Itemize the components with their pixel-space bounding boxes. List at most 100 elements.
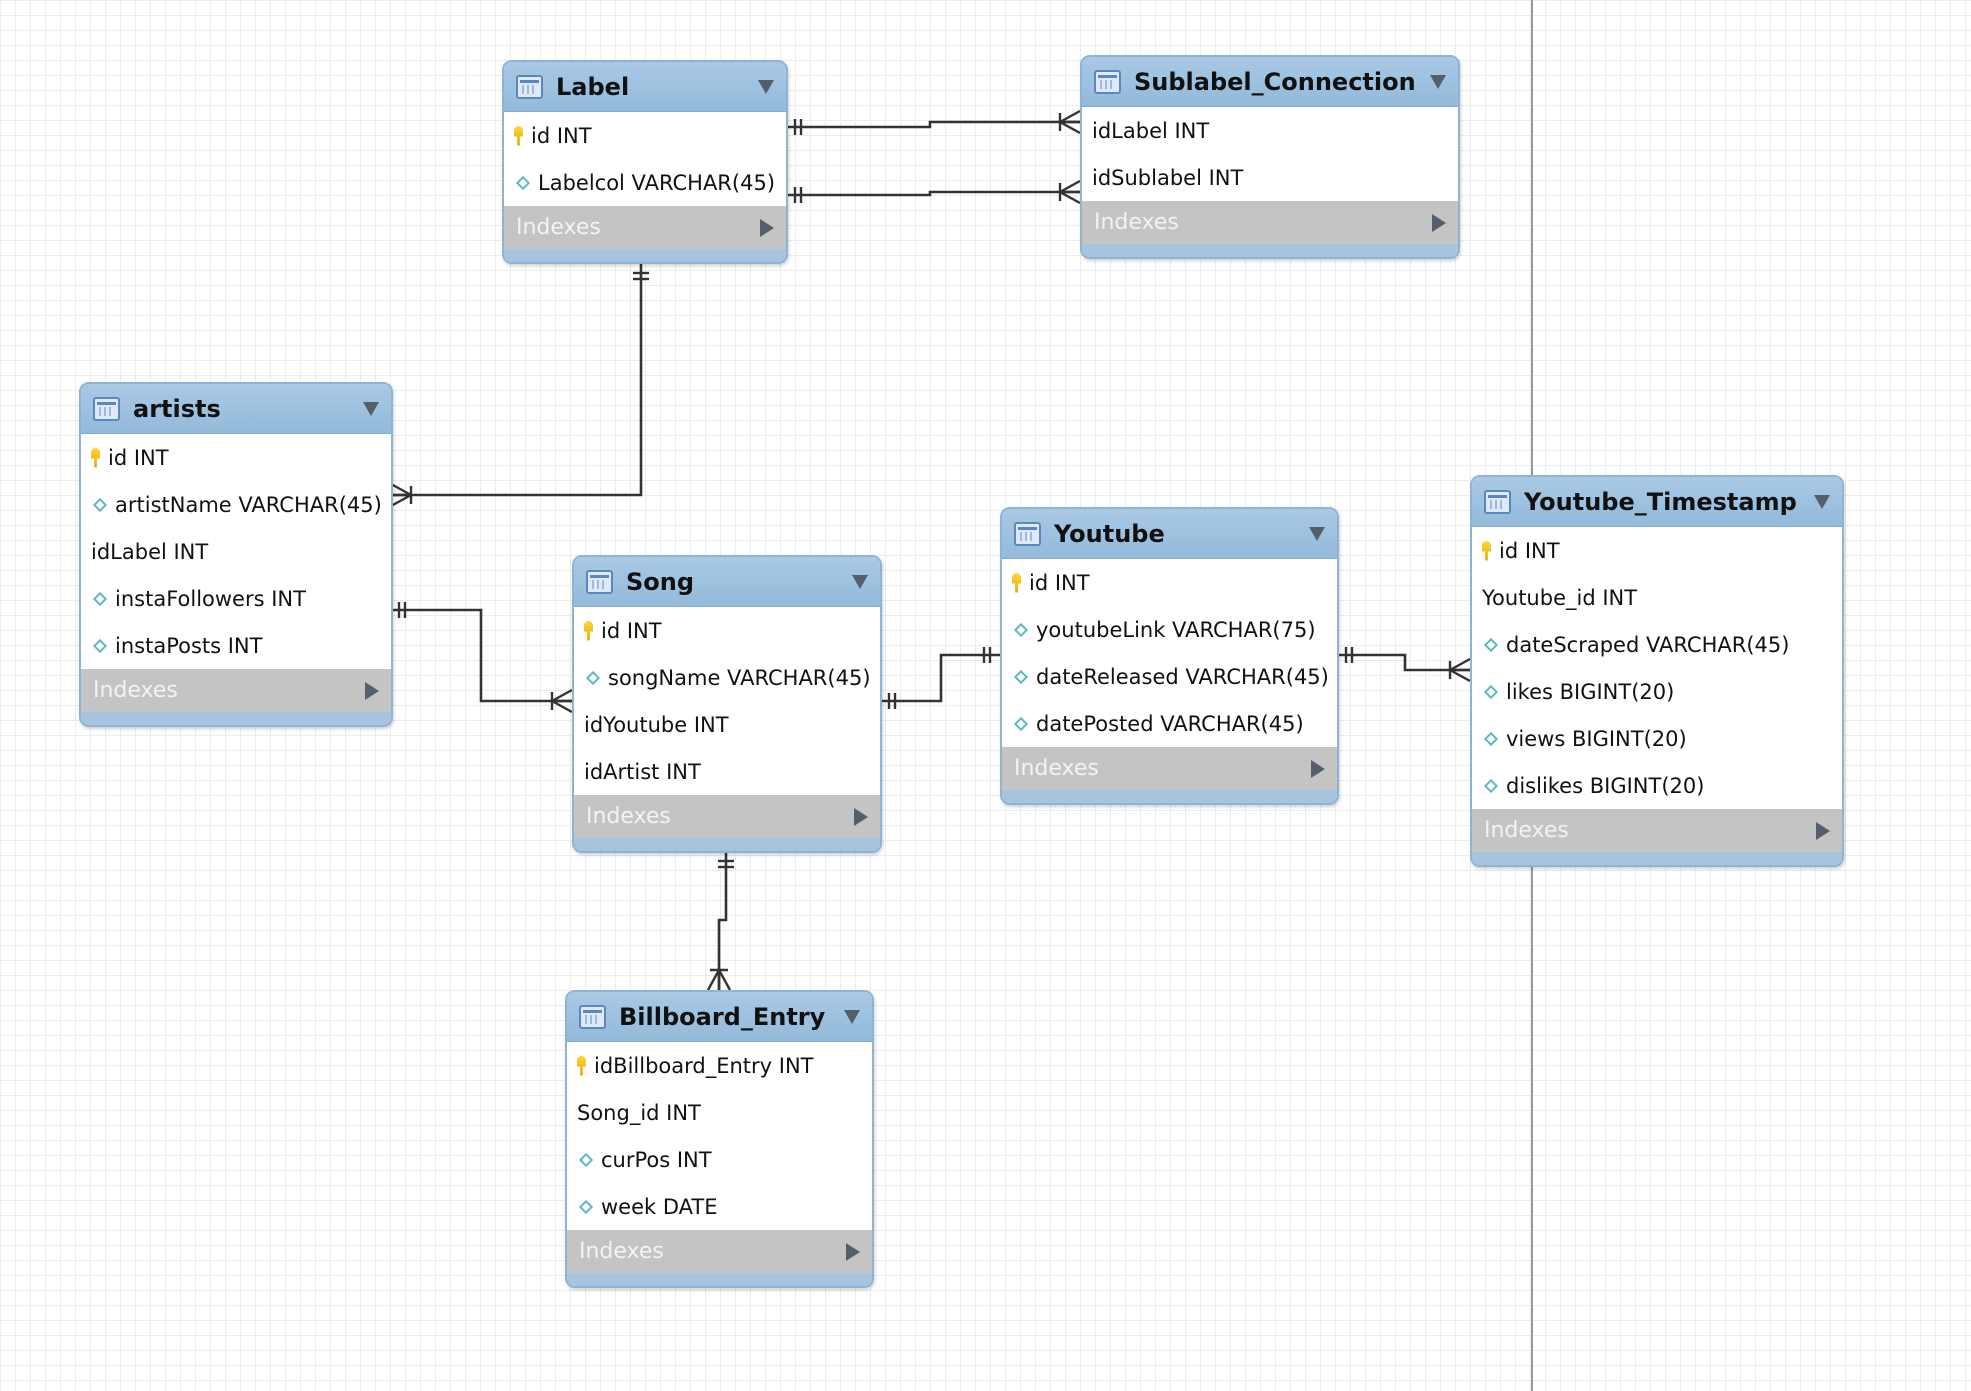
column-row[interactable]: week DATE [567,1183,872,1230]
indexes-section[interactable]: Indexes [1082,201,1458,244]
column-row[interactable]: idBillboard_Entry INT [567,1042,872,1089]
table-header[interactable]: Youtube_Timestamp [1472,477,1842,527]
table-footer [567,1273,872,1286]
expand-arrow-icon[interactable] [365,681,379,700]
indexes-section[interactable]: Indexes [504,206,786,249]
column-diamond-icon [515,175,531,190]
column-row[interactable]: Labelcol VARCHAR(45) [504,159,786,206]
indexes-section[interactable]: Indexes [567,1230,872,1273]
column-row[interactable]: instaFollowers INT [81,575,391,622]
table-icon [579,1004,606,1029]
table-sublabel-connection[interactable]: Sublabel_Connection idLabel INT idSublab… [1080,55,1460,259]
table-billboard-entry[interactable]: Billboard_Entry idBillboard_Entry INT So… [565,990,874,1288]
column-row[interactable]: idYoutube INT [574,701,880,748]
column-label: instaPosts INT [115,633,263,658]
column-label: Labelcol VARCHAR(45) [538,170,776,195]
table-header[interactable]: Label [504,62,786,112]
table-header[interactable]: artists [81,384,391,434]
column-diamond-icon [1483,637,1499,652]
expand-arrow-icon[interactable] [760,218,774,237]
collapse-arrow-icon[interactable] [363,401,379,416]
table-label[interactable]: Label id INT Labelcol VARCHAR(45) Indexe… [502,60,788,264]
column-row[interactable]: songName VARCHAR(45) [574,654,880,701]
expand-arrow-icon[interactable] [1432,213,1446,232]
column-row[interactable]: idSublabel INT [1082,154,1458,201]
table-footer [504,249,786,262]
table-footer [1472,852,1842,865]
column-label: datePosted VARCHAR(45) [1036,711,1304,736]
column-row[interactable]: youtubeLink VARCHAR(75) [1002,606,1337,653]
column-row[interactable]: idLabel INT [1082,107,1458,154]
column-label: likes BIGINT(20) [1506,679,1675,704]
column-row[interactable]: id INT [504,112,786,159]
relationship-label-artists[interactable] [391,263,643,497]
column-row[interactable]: views BIGINT(20) [1472,715,1842,762]
column-row[interactable]: dateReleased VARCHAR(45) [1002,653,1337,700]
collapse-arrow-icon[interactable] [1309,526,1325,541]
table-header[interactable]: Song [574,557,880,607]
relationship-label-sublabel-1[interactable] [785,120,1080,129]
collapse-arrow-icon[interactable] [844,1009,860,1024]
column-row[interactable]: idArtist INT [574,748,880,795]
expand-arrow-icon[interactable] [1311,759,1325,778]
table-title: Youtube_Timestamp [1524,487,1797,516]
expand-arrow-icon[interactable] [854,807,868,826]
table-icon [1484,489,1511,514]
indexes-section[interactable]: Indexes [574,795,880,838]
table-icon [1014,521,1041,546]
table-icon [93,396,120,421]
indexes-label: Indexes [93,678,178,703]
column-label: id INT [108,445,169,470]
collapse-arrow-icon[interactable] [1430,74,1446,89]
relationship-artists-song[interactable] [389,608,572,703]
indexes-label: Indexes [1014,756,1099,781]
relationship-label-sublabel-2[interactable] [785,190,1080,197]
collapse-arrow-icon[interactable] [852,574,868,589]
relationship-song-youtube[interactable] [879,653,1000,703]
collapse-arrow-icon[interactable] [1814,494,1830,509]
collapse-arrow-icon[interactable] [758,79,774,94]
column-row[interactable]: dateScraped VARCHAR(45) [1472,621,1842,668]
column-label: idBillboard_Entry INT [594,1053,814,1078]
indexes-section[interactable]: Indexes [1002,747,1337,790]
column-row[interactable]: idLabel INT [81,528,391,575]
expand-arrow-icon[interactable] [1816,821,1830,840]
column-label: id INT [1499,538,1560,563]
column-row[interactable]: curPos INT [567,1136,872,1183]
column-row[interactable]: dislikes BIGINT(20) [1472,762,1842,809]
table-footer [574,838,880,851]
column-label: id INT [1029,570,1090,595]
column-row[interactable]: id INT [1472,527,1842,574]
indexes-section[interactable]: Indexes [1472,809,1842,852]
table-title: artists [133,394,221,423]
column-row[interactable]: id INT [1002,559,1337,606]
column-row[interactable]: Youtube_id INT [1472,574,1842,621]
column-row[interactable]: artistName VARCHAR(45) [81,481,391,528]
primary-key-icon [584,620,593,641]
column-row[interactable]: id INT [81,434,391,481]
column-row[interactable]: instaPosts INT [81,622,391,669]
table-youtube-timestamp[interactable]: Youtube_Timestamp id INT Youtube_id INT … [1470,475,1844,867]
indexes-label: Indexes [579,1239,664,1264]
table-artists[interactable]: artists id INT artistName VARCHAR(45) id… [79,382,393,727]
column-diamond-icon [1483,684,1499,699]
column-row[interactable]: id INT [574,607,880,654]
column-row[interactable]: Song_id INT [567,1089,872,1136]
expand-arrow-icon[interactable] [846,1242,860,1261]
cardinality-many-mark [1057,179,1081,205]
table-header[interactable]: Sublabel_Connection [1082,57,1458,107]
primary-key-icon [91,447,100,468]
indexes-section[interactable]: Indexes [81,669,391,712]
table-icon [516,74,543,99]
table-header[interactable]: Billboard_Entry [567,992,872,1042]
column-diamond-icon [92,497,108,512]
column-label: Youtube_id INT [1482,585,1638,610]
column-label: idLabel INT [91,539,209,564]
column-row[interactable]: datePosted VARCHAR(45) [1002,700,1337,747]
table-youtube[interactable]: Youtube id INT youtubeLink VARCHAR(75) d… [1000,507,1339,805]
table-header[interactable]: Youtube [1002,509,1337,559]
column-label: id INT [601,618,662,643]
table-icon [1094,69,1121,94]
table-song[interactable]: Song id INT songName VARCHAR(45) idYoutu… [572,555,882,853]
column-row[interactable]: likes BIGINT(20) [1472,668,1842,715]
